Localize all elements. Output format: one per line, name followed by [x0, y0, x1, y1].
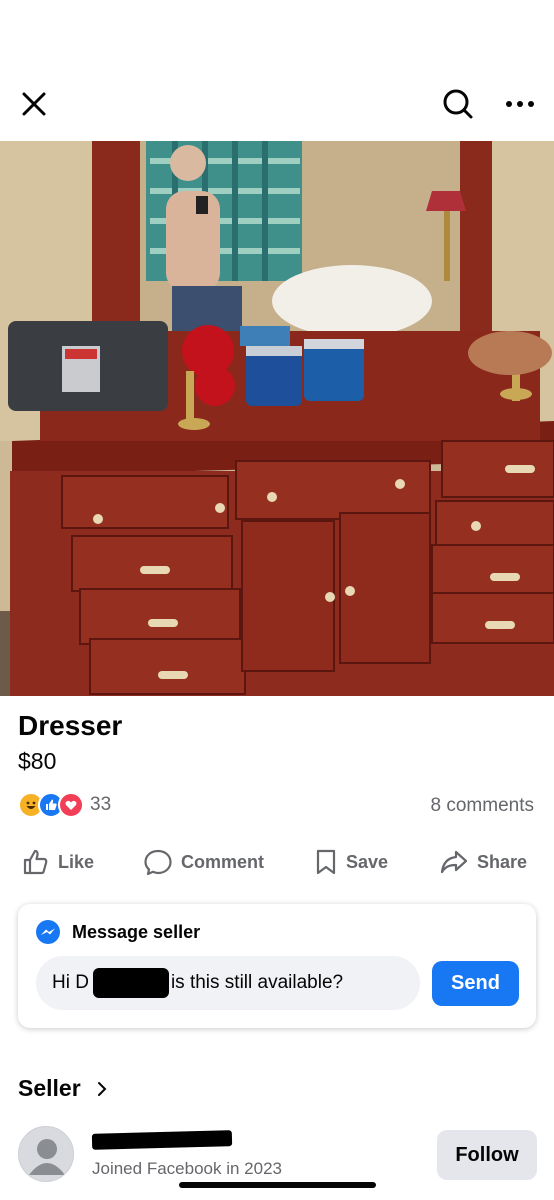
redacted-name	[92, 968, 169, 998]
follow-button[interactable]: Follow	[437, 1130, 537, 1180]
message-text-end: is this still available?	[170, 972, 344, 993]
action-bar: Like Comment Save Share	[0, 840, 554, 884]
messenger-icon	[36, 920, 60, 944]
more-icon[interactable]	[498, 84, 542, 124]
listing-title: Dresser	[18, 710, 123, 741]
message-seller-card: Message seller Hi D is this still availa…	[18, 904, 536, 1028]
avatar[interactable]	[18, 1126, 74, 1182]
reaction-count: 33	[90, 794, 112, 815]
share-label: Share	[477, 851, 528, 872]
comment-icon	[144, 849, 172, 876]
send-button[interactable]: Send	[432, 961, 519, 1006]
like-label: Like	[58, 851, 95, 872]
love-reaction-icon	[58, 792, 84, 818]
save-button[interactable]: Save	[314, 840, 388, 884]
close-icon[interactable]	[14, 84, 54, 124]
top-bar	[0, 0, 554, 140]
listing-photo[interactable]	[0, 141, 554, 696]
message-input[interactable]: Hi D is this still available?	[36, 956, 420, 1010]
search-icon[interactable]	[436, 82, 480, 126]
message-text-start: Hi D	[52, 972, 89, 993]
comment-label: Comment	[181, 851, 265, 872]
redacted-seller-name	[91, 1130, 233, 1150]
message-seller-title: Message seller	[72, 921, 201, 942]
seller-section-header[interactable]: Seller	[18, 1075, 107, 1102]
save-label: Save	[346, 851, 389, 872]
comment-button[interactable]: Comment	[143, 840, 264, 884]
like-icon	[23, 849, 48, 875]
seller-joined-date: Joined Facebook in 2023	[92, 1159, 282, 1178]
comments-count-link[interactable]: 8 comments	[431, 795, 534, 817]
message-seller-header: Message seller	[36, 920, 200, 944]
reactions-summary[interactable]: 33	[18, 792, 111, 818]
share-icon	[440, 850, 468, 874]
like-button[interactable]: Like	[22, 840, 94, 884]
listing-price: $80	[18, 748, 57, 774]
seller-heading: Seller	[18, 1075, 81, 1101]
chevron-right-icon	[97, 1081, 107, 1096]
share-button[interactable]: Share	[439, 840, 527, 884]
home-indicator	[179, 1182, 376, 1188]
save-icon	[316, 849, 336, 875]
